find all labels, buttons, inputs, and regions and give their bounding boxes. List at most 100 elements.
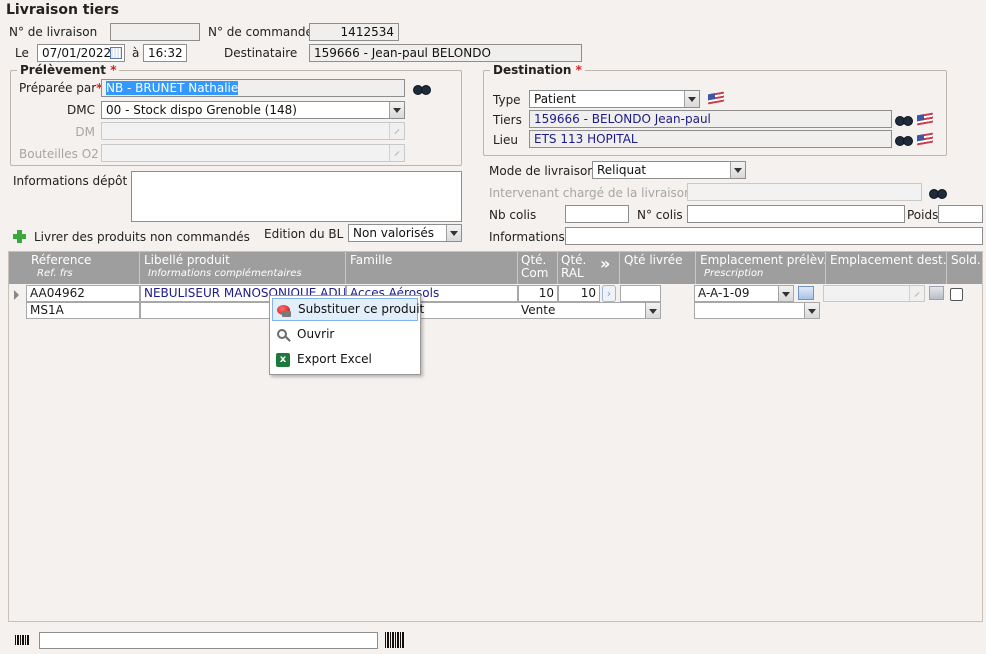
location-picker-icon[interactable] — [798, 286, 814, 300]
binoculars-icon-lieu[interactable] — [895, 133, 913, 146]
famille-select-value: Vente — [521, 303, 556, 317]
chevron-down-icon — [389, 145, 404, 161]
commande-number-label: N° de commande — [208, 25, 313, 39]
cell-qte-ral: 10 — [558, 285, 600, 302]
time-field[interactable]: 16:32 — [143, 44, 187, 62]
type-select[interactable]: Patient — [529, 90, 700, 108]
dmc-select[interactable]: 00 - Stock dispo Grenoble (148) — [101, 101, 405, 119]
n-colis-label: N° colis — [637, 208, 683, 222]
cell-qte-com: 10 — [518, 285, 558, 302]
col-empl-prelev[interactable]: Emplacement prélèv. Prescription — [696, 252, 826, 284]
tiers-label: Tiers — [493, 113, 522, 127]
nb-colis-label: Nb colis — [489, 208, 537, 222]
chevron-down-icon[interactable] — [730, 162, 745, 178]
chevron-down-icon[interactable] — [684, 91, 699, 107]
informations-label: Informations — [489, 230, 565, 244]
livraison-number-label: N° de livraison — [9, 25, 98, 39]
binoculars-icon-tiers[interactable] — [895, 113, 913, 126]
calendar-icon[interactable] — [110, 47, 122, 59]
mode-livraison-select[interactable]: Reliquat — [592, 161, 746, 179]
chevron-down-icon — [389, 123, 404, 139]
binoculars-icon-preparee[interactable] — [413, 82, 431, 95]
bouteilles-select — [101, 144, 405, 162]
menu-item-export-excel[interactable]: x Export Excel — [272, 349, 418, 372]
lieu-field[interactable]: ETS 113 HOPITAL — [529, 130, 892, 148]
mode-livraison-label: Mode de livraison — [489, 164, 595, 178]
col-qte-ral[interactable]: Qté. RAL » — [558, 252, 620, 284]
double-chevron-right-icon[interactable]: » — [600, 254, 610, 273]
livrer-produits-link[interactable]: Livrer des produits non commandés — [34, 230, 250, 244]
row-indicator-icon[interactable] — [14, 290, 19, 300]
time-at-label: à — [132, 46, 140, 60]
intervenant-field — [687, 183, 922, 201]
mode-livraison-value: Reliquat — [597, 163, 647, 177]
depot-textarea[interactable] — [131, 171, 462, 222]
prelevement-title: Prélèvement * — [17, 63, 120, 77]
add-icon[interactable] — [13, 230, 26, 243]
informations-field[interactable] — [565, 227, 983, 245]
products-grid: Réference Ref. frs Libellé produit Infor… — [8, 251, 983, 622]
dmc-label: DMC — [67, 103, 95, 117]
substitute-icon — [276, 302, 292, 318]
intervenant-label: Intervenant chargé de la livraison — [489, 186, 692, 200]
cell-empl-prelev[interactable]: A-A-1-09 — [694, 285, 794, 302]
barcode-scan-icon[interactable] — [385, 632, 405, 648]
commande-number-field[interactable]: 1412534 — [309, 23, 399, 41]
date-value: 07/01/2022 — [42, 46, 112, 60]
chevron-down-icon[interactable] — [804, 303, 819, 318]
open-icon — [275, 327, 291, 343]
type-value: Patient — [534, 92, 576, 106]
barcode-icon[interactable] — [15, 635, 29, 645]
date-label: Le — [15, 46, 29, 60]
sold-checkbox[interactable] — [950, 288, 963, 301]
preparee-value: NB - BRUNET Nathalie — [106, 81, 239, 95]
context-menu: Substituer ce produit Ouvrir x Export Ex… — [269, 295, 424, 375]
destinataire-label: Destinataire — [224, 46, 298, 60]
date-field[interactable]: 07/01/2022 — [37, 44, 125, 62]
menu-item-substituer[interactable]: Substituer ce produit — [272, 298, 424, 321]
col-qte-com[interactable]: Qté. Com — [518, 252, 558, 284]
chevron-down-icon[interactable] — [446, 225, 461, 241]
chevron-down-icon[interactable] — [778, 286, 793, 301]
col-sold[interactable]: Sold. — [947, 252, 983, 284]
cell-empl-dest — [823, 285, 925, 302]
chevron-down-icon — [909, 286, 924, 301]
bouteilles-label: Bouteilles O2 — [19, 147, 99, 161]
col-qte-livree[interactable]: Qté livrée — [620, 252, 696, 284]
poids-field[interactable] — [938, 205, 983, 223]
col-empl-dest[interactable]: Emplacement dest. — [826, 252, 947, 284]
col-libelle[interactable]: Libellé produit Informations complémenta… — [140, 252, 346, 284]
cell-ref-frs[interactable]: MS1A — [26, 302, 140, 319]
chevron-right-icon[interactable]: › — [602, 285, 616, 302]
type-label: Type — [493, 93, 521, 107]
excel-icon: x — [275, 352, 291, 368]
depot-label: Informations dépôt — [13, 174, 128, 188]
nb-colis-field[interactable] — [565, 205, 629, 223]
col-famille[interactable]: Famille — [346, 252, 518, 284]
chevron-down-icon[interactable] — [645, 303, 660, 318]
livraison-number-field[interactable] — [110, 23, 200, 41]
menu-item-ouvrir[interactable]: Ouvrir — [272, 324, 418, 347]
preparee-label: Préparée par* — [19, 81, 103, 95]
destination-title: Destination * — [490, 63, 585, 77]
binoculars-icon-intervenant[interactable] — [929, 186, 947, 199]
dm-label: DM — [75, 125, 95, 139]
edition-bl-select[interactable]: Non valorisés — [348, 224, 462, 242]
destinataire-field[interactable]: 159666 - Jean-paul BELONDO — [309, 44, 582, 62]
cell-reference[interactable]: AA04962 — [26, 285, 140, 302]
empl-prelev-value: A-A-1-09 — [698, 286, 750, 300]
lieu-label: Lieu — [493, 133, 519, 147]
barcode-input[interactable] — [39, 632, 378, 649]
edition-bl-label: Edition du BL — [264, 227, 344, 241]
cell-prescription[interactable] — [694, 302, 820, 319]
chevron-down-icon[interactable] — [389, 102, 404, 118]
cell-qte-livree[interactable] — [620, 285, 661, 302]
dmc-value: 00 - Stock dispo Grenoble (148) — [106, 103, 297, 117]
n-colis-field[interactable] — [687, 205, 905, 223]
preparee-field[interactable]: NB - BRUNET Nathalie — [101, 79, 405, 97]
tiers-field[interactable]: 159666 - BELONDO Jean-paul — [529, 110, 892, 128]
location-dest-icon — [929, 286, 944, 300]
grid-header: Réference Ref. frs Libellé produit Infor… — [9, 252, 982, 284]
window-title: Livraison tiers — [6, 2, 120, 18]
col-reference[interactable]: Réference Ref. frs — [9, 252, 140, 284]
